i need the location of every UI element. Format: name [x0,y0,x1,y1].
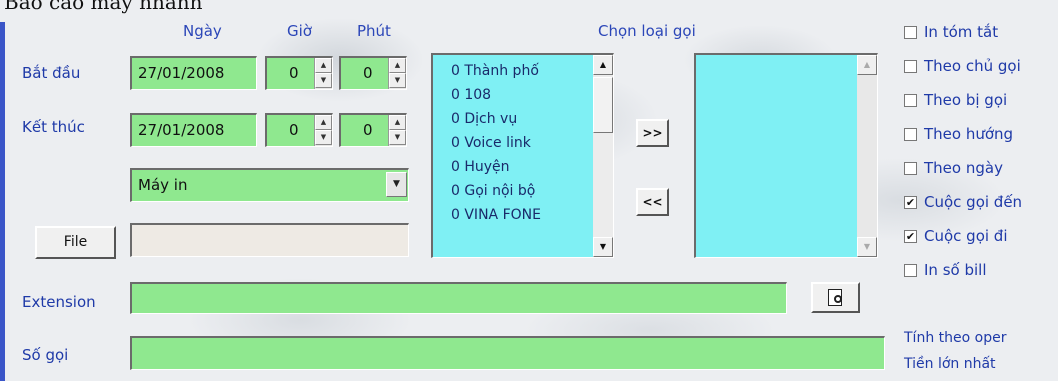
option-label: In tóm tắt [924,23,999,41]
option-label: In số bill [924,261,987,279]
start-minute-value: 0 [363,64,373,82]
start-hour-spinner[interactable]: 0 ▲ ▼ [265,56,333,90]
file-button[interactable]: File [35,226,116,259]
option-label: Cuộc gọi đến [924,193,1023,211]
end-hour-spin-buttons: ▲ ▼ [314,115,332,146]
checkbox[interactable]: ✔ [904,230,917,243]
available-list-scrollbar[interactable]: ▲ ▼ [593,55,613,257]
call-type-item[interactable]: 0 Dịch vụ [451,111,517,127]
checkbox[interactable] [904,162,917,175]
number-label: Số gọi [22,346,69,364]
checkbox[interactable] [904,264,917,277]
spin-down-icon[interactable]: ▼ [315,73,332,88]
number-input[interactable] [130,336,885,370]
call-type-item[interactable]: 0 108 [451,87,491,103]
spin-up-icon[interactable]: ▲ [389,58,406,73]
end-minute-spin-buttons: ▲ ▼ [388,115,406,146]
call-type-item[interactable]: 0 Huyện [451,159,510,175]
spin-up-icon[interactable]: ▲ [315,58,332,73]
column-header-hour: Giờ [287,22,312,40]
call-type-item[interactable]: 0 Thành phố [451,63,539,79]
checkbox[interactable]: ✔ [904,196,917,209]
report-window: Báo cáo máy nhánh Ngày Giờ Phút Chọn loạ… [0,0,1058,381]
call-type-item[interactable]: 0 Voice link [451,135,531,151]
spin-down-icon[interactable]: ▼ [389,73,406,88]
file-path-input[interactable] [130,223,409,257]
extension-label: Extension [22,293,96,311]
option-label: Theo bị gọi [924,91,1008,109]
checkbox[interactable] [904,26,917,39]
window-left-border [0,22,5,381]
end-minute-value: 0 [363,121,373,139]
available-call-types-list[interactable]: 0 Thành phố 0 108 0 Dịch vụ 0 Voice link 0 H… [431,53,614,258]
column-header-call-type: Chọn loại gọi [598,22,696,40]
scroll-up-icon[interactable]: ▲ [593,55,613,75]
add-call-type-button[interactable]: >> [636,119,669,147]
start-label: Bắt đầu [22,64,81,82]
start-hour-value: 0 [289,64,299,82]
selected-list-scrollbar[interactable]: ▲ ▼ [857,55,877,257]
start-minute-spinner[interactable]: 0 ▲ ▼ [339,56,407,90]
end-hour-value: 0 [289,121,299,139]
end-date-value: 27/01/2008 [138,121,225,139]
start-date-value: 27/01/2008 [138,64,225,82]
option-label: Cuộc gọi đi [924,227,1008,245]
column-header-minute: Phút [357,22,391,40]
start-hour-spin-buttons: ▲ ▼ [314,58,332,89]
end-hour-spinner[interactable]: 0 ▲ ▼ [265,113,333,147]
scroll-down-icon[interactable]: ▼ [593,237,613,257]
spin-up-icon[interactable]: ▲ [315,115,332,130]
operator-note: Tính theo oper [904,330,1007,346]
checkbox[interactable] [904,94,917,107]
extension-input[interactable] [130,282,787,314]
start-minute-spin-buttons: ▲ ▼ [388,58,406,89]
magnifier-glass-icon [834,295,842,303]
spin-down-icon[interactable]: ▼ [389,130,406,145]
max-amount-note: Tiền lớn nhất [904,356,996,372]
checkbox[interactable] [904,128,917,141]
option-label: Theo chủ gọi [924,57,1021,75]
remove-call-type-button[interactable]: << [636,188,669,216]
preview-button[interactable] [811,282,860,313]
end-date-input[interactable]: 27/01/2008 [130,113,257,147]
end-label: Kết thúc [22,118,85,136]
scroll-down-icon[interactable]: ▼ [857,237,877,257]
call-type-item[interactable]: 0 Gọi nội bộ [451,183,535,199]
scroll-up-icon[interactable]: ▲ [857,55,877,75]
column-header-date: Ngày [183,22,222,40]
printer-select-value: Máy in [138,176,188,194]
checkbox[interactable] [904,60,917,73]
spin-down-icon[interactable]: ▼ [315,130,332,145]
chevron-down-icon[interactable]: ▼ [386,172,407,197]
option-label: Theo ngày [924,159,1003,177]
spin-up-icon[interactable]: ▲ [389,115,406,130]
start-date-input[interactable]: 27/01/2008 [130,56,257,90]
call-type-item[interactable]: 0 VINA FONE [451,207,541,223]
printer-select[interactable]: Máy in ▼ [130,168,409,202]
scroll-thumb[interactable] [593,77,613,133]
selected-call-types-list[interactable]: ▲ ▼ [694,53,878,258]
end-minute-spinner[interactable]: 0 ▲ ▼ [339,113,407,147]
option-label: Theo hướng [924,125,1014,143]
window-title: Báo cáo máy nhánh [4,0,203,14]
